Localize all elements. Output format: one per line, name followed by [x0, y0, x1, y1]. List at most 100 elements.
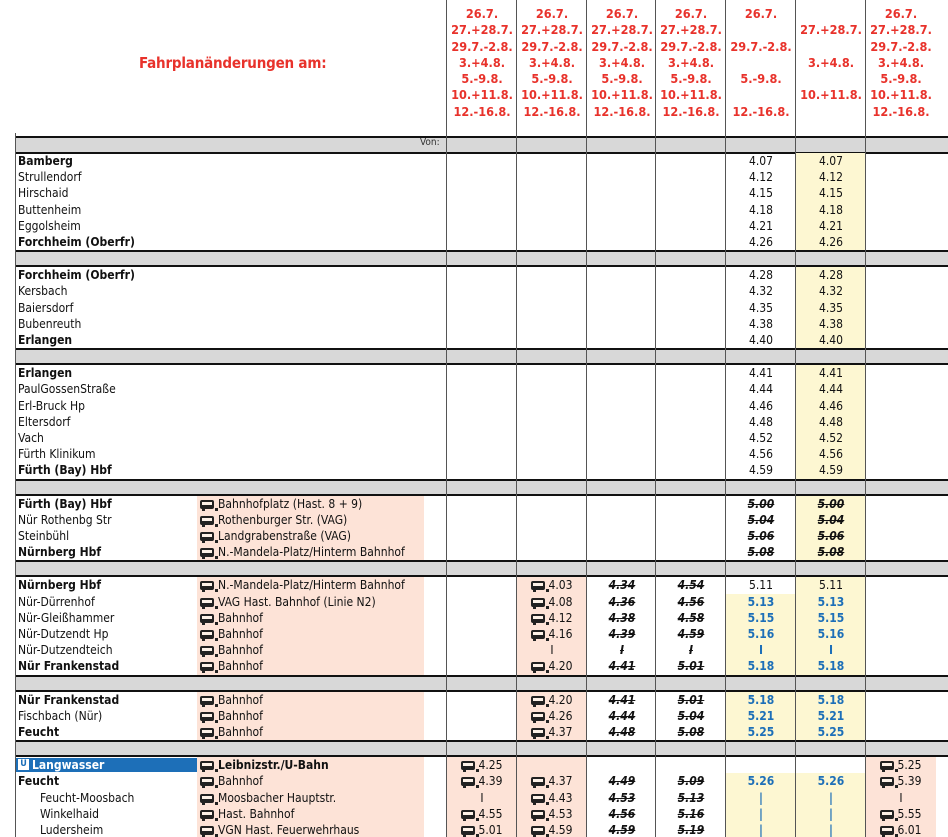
bus-stop-name: N.-Mandela-Platz/Hinterm Bahnhof	[218, 545, 405, 560]
time-cell: |	[759, 790, 763, 805]
bus-icon	[531, 630, 550, 641]
station-name: Nür Frankenstad	[18, 692, 120, 707]
time-cell: 4.48	[748, 414, 774, 429]
time-cell: 5.15	[747, 610, 775, 625]
time-cell: 4.39	[608, 627, 636, 641]
time-cell: I	[480, 790, 484, 805]
time-value: 4.20	[548, 692, 573, 707]
time-value: 4.25	[478, 758, 503, 773]
bus-stop-name: Bahnhof	[218, 692, 263, 707]
time-cell: 4.26	[818, 235, 844, 249]
time-cell: 5.13	[817, 594, 845, 609]
ubahn-icon: U	[18, 759, 29, 771]
time-cell: 6.01	[866, 822, 936, 837]
time-cell: 4.44	[818, 382, 844, 397]
column-divider	[446, 0, 447, 837]
time-cell: 4.36	[608, 594, 636, 609]
station-name: Nürnberg Hbf	[18, 578, 102, 593]
table-row: Fürth (Bay) Hbf Bahnhofplatz (Hast. 8 + 9…	[0, 495, 948, 513]
time-cell: |	[829, 823, 833, 837]
time-value: 4.53	[548, 806, 573, 821]
bus-icon	[531, 662, 550, 674]
time-cell: 5.55	[866, 806, 936, 822]
table-row: U Langwasser Leibnizstr./U-Bahn 4.25 5.25	[0, 757, 948, 774]
bus-stop: Hast. Bahnhof	[200, 806, 294, 822]
station-name: Fischbach (Nür)	[18, 708, 103, 723]
station-name: Winkelhaid	[40, 806, 100, 821]
time-cell: 4.52	[818, 431, 844, 445]
bus-stop-name: Bahnhof	[218, 627, 263, 641]
bus-icon	[531, 581, 550, 593]
column-divider	[586, 0, 587, 837]
time-cell: 4.44	[608, 708, 636, 723]
time-cell: 5.25	[747, 725, 775, 739]
time-cell: 4.48	[608, 725, 636, 739]
station-name: Steinbühl	[18, 529, 70, 543]
separator-line	[15, 136, 948, 138]
station-name: Fürth (Bay) Hbf	[18, 463, 112, 478]
time-cell: 4.41	[608, 659, 636, 674]
table-row: Eltersdorf 4.48 4.48	[0, 413, 948, 431]
bus-stop-name: VGN Hast. Feuerwehrhaus	[218, 823, 360, 837]
bus-icon	[200, 809, 218, 821]
time-cell: 5.08	[677, 725, 705, 739]
time-cell: 5.01	[447, 822, 517, 837]
bus-stop: Moosbacher Hauptstr.	[200, 790, 336, 806]
table-row: Nür Frankenstad Bahnhof 4.20 4.41 5.01 5.18 5.…	[0, 658, 948, 676]
time-cell: 4.48	[818, 414, 844, 429]
time-cell: 4.07	[748, 154, 774, 168]
separator-line	[15, 740, 948, 743]
time-cell: 5.06	[817, 529, 845, 543]
time-value: 4.43	[548, 790, 573, 805]
time-cell: 4.40	[818, 333, 844, 347]
table-row: Vach 4.52 4.52	[0, 430, 948, 447]
table-row: Forchheim (Oberfr) 4.26 4.26	[0, 234, 948, 251]
table-row: Fischbach (Nür) Bahnhof 4.26 4.44 5.04 5.21 5.…	[0, 707, 948, 725]
von-label: Von:	[420, 137, 440, 148]
section-separator	[15, 349, 948, 364]
table-row: Bubenreuth 4.38 4.38	[0, 315, 948, 333]
time-cell: 4.15	[748, 186, 774, 201]
separator-line	[15, 560, 948, 563]
time-cell: 5.18	[817, 659, 845, 674]
station-name: Feucht-Moosbach	[40, 790, 135, 805]
time-cell: 4.26	[748, 235, 774, 249]
separator-line	[15, 478, 948, 481]
table-row: Erl-Bruck Hp 4.46 4.46	[0, 397, 948, 415]
table-row: Strullendorf 4.12 4.12	[0, 169, 948, 186]
time-value: 4.16	[548, 627, 573, 641]
time-cell: 4.58	[677, 610, 705, 625]
station-name: Bubenreuth	[18, 316, 82, 331]
station-name: Eggolsheim	[18, 218, 81, 233]
station-name: Nür-Dürrenhof	[18, 594, 95, 609]
bus-icon	[880, 809, 899, 821]
time-cell: 4.40	[748, 333, 774, 347]
bus-icon	[200, 777, 218, 789]
station-name: Erlangen	[18, 366, 73, 381]
time-cell: 4.34	[608, 578, 636, 593]
column-divider	[15, 133, 16, 837]
time-cell: 4.37	[517, 724, 587, 740]
station-name: Nür-Dutzendt Hp	[18, 627, 109, 641]
station-name: Forchheim (Oberfr)	[18, 268, 135, 283]
table-row: Nür-Dutzendteich Bahnhof I I I I I	[0, 642, 948, 659]
bus-stop: Rothenburger Str. (VAG)	[200, 512, 347, 528]
bus-stop-name: Landgrabenstraße (VAG)	[218, 529, 351, 543]
bus-stop-name: Bahnhofplatz (Hast. 8 + 9)	[218, 496, 363, 511]
bus-icon	[880, 761, 899, 773]
separator-line	[15, 348, 948, 351]
station-name: Erlangen	[18, 333, 73, 347]
time-cell: 4.20	[517, 658, 587, 674]
time-value: 5.55	[897, 806, 922, 821]
table-row: Feucht-Moosbach Moosbacher Hauptstr. I 4.43…	[0, 789, 948, 807]
table-row: Erlangen 4.40 4.40	[0, 332, 948, 349]
station-name: Kersbach	[18, 284, 68, 299]
bus-icon	[531, 793, 550, 805]
station-name: Nür-Dutzendteich	[18, 643, 113, 658]
time-cell: 4.15	[818, 186, 844, 201]
time-cell: 5.21	[817, 708, 845, 723]
station-name: Vach	[18, 431, 44, 445]
time-cell: 4.52	[748, 431, 774, 445]
time-cell: 5.01	[677, 659, 705, 674]
section-separator	[15, 675, 948, 690]
